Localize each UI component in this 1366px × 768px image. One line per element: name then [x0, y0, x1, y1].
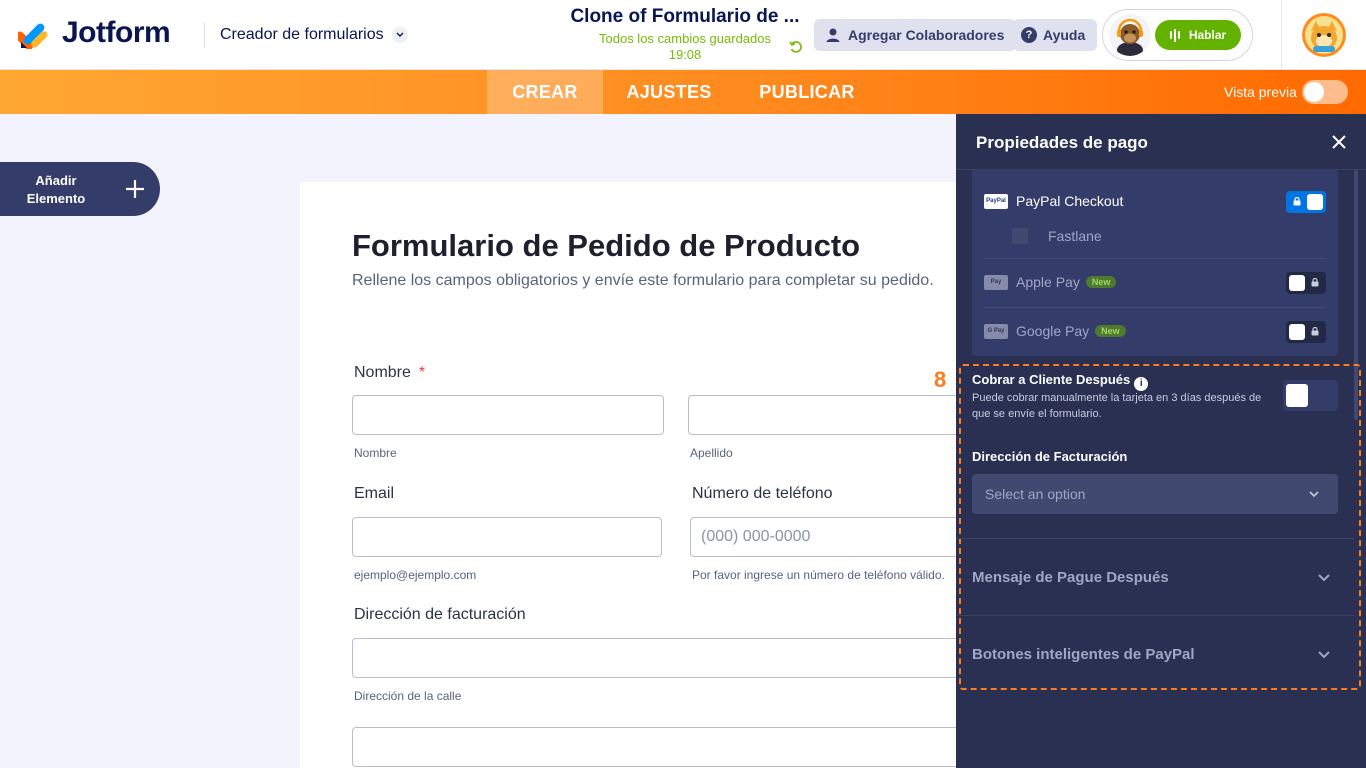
- top-header: Jotform Creador de formularios Clone of …: [0, 0, 1366, 70]
- required-mark: *: [418, 364, 426, 381]
- talk-button[interactable]: Hablar: [1155, 20, 1241, 50]
- builder-label: Creador de formularios: [220, 26, 384, 43]
- billing-address-select[interactable]: Select an option: [972, 474, 1338, 514]
- payment-name-google-pay: Google Pay New: [1016, 323, 1126, 339]
- lock-icon: [1311, 327, 1319, 336]
- google-pay-icon: G Pay: [984, 324, 1008, 339]
- step-number: 8: [934, 367, 947, 392]
- google-pay-label: Google Pay: [1016, 323, 1090, 339]
- phone-field-label[interactable]: Número de teléfono: [692, 485, 833, 503]
- tab-publish[interactable]: PUBLICAR: [750, 70, 864, 114]
- street-address-line2-input[interactable]: [352, 727, 1012, 767]
- preview-toggle[interactable]: [1302, 80, 1348, 104]
- chevron-down-icon[interactable]: [1317, 650, 1331, 660]
- builder-dropdown[interactable]: Creador de formularios: [220, 26, 408, 44]
- close-icon[interactable]: [1332, 135, 1346, 149]
- accordion-pay-later-message[interactable]: Mensaje de Pague Después: [972, 569, 1169, 586]
- toggle-knob: [1307, 194, 1323, 210]
- billing-field-label[interactable]: Dirección de facturación: [354, 606, 526, 624]
- paypal-toggle[interactable]: [1286, 191, 1326, 213]
- talk-label: Hablar: [1188, 28, 1227, 42]
- logo-text: Jotform: [62, 16, 171, 49]
- toggle-knob: [1289, 324, 1305, 340]
- preview-label: Vista previa: [1224, 84, 1297, 100]
- lock-icon: [1311, 278, 1319, 287]
- payment-row-google-pay: G Pay Google Pay New: [984, 308, 1326, 356]
- add-collaborators-label: Agregar Colaboradores: [848, 27, 1005, 43]
- charge-later-toggle[interactable]: [1283, 380, 1338, 411]
- fastlane-checkbox[interactable]: [1012, 228, 1028, 244]
- apple-pay-label: Apple Pay: [1016, 274, 1080, 290]
- plus-icon: [126, 180, 144, 198]
- lock-icon: [1293, 197, 1301, 206]
- name-field-label[interactable]: Nombre *: [354, 364, 425, 382]
- saved-status: Todos los cambios guardados: [599, 31, 771, 46]
- info-icon[interactable]: i: [1134, 376, 1149, 391]
- form-title-block: Clone of Formulario de ... Todos los cam…: [540, 6, 830, 63]
- payment-name-apple-pay: Apple Pay New: [1016, 274, 1117, 290]
- chevron-down-icon[interactable]: [1317, 573, 1331, 583]
- panel-title: Propiedades de pago: [976, 133, 1148, 152]
- billing-select-value: Select an option: [985, 486, 1086, 502]
- fastlane-label: Fastlane: [1048, 228, 1102, 244]
- chevron-down-icon: [391, 27, 408, 43]
- add-element-button[interactable]: Añadir Elemento: [0, 162, 160, 216]
- toggle-knob: [1289, 275, 1305, 291]
- help-icon: ?: [1021, 27, 1037, 43]
- accordion-paypal-smart-buttons[interactable]: Botones inteligentes de PayPal: [972, 646, 1195, 663]
- add-element-label: Añadir Elemento: [26, 173, 86, 206]
- tab-settings[interactable]: AJUSTES: [617, 70, 721, 114]
- payment-row-apple-pay: Pay Apple Pay New: [984, 259, 1326, 307]
- email-sublabel: ejemplo@ejemplo.com: [354, 568, 477, 582]
- ai-agent-widget: Hablar: [1102, 9, 1253, 61]
- charge-later-description: Puede cobrar manualmente la tarjeta en 3…: [972, 392, 1262, 420]
- section-divider: [956, 615, 1354, 616]
- saved-time: 19:08: [668, 47, 702, 62]
- header-divider: [204, 22, 205, 48]
- form-canvas: Formulario de Pedido de Producto Rellene…: [300, 182, 1012, 768]
- first-name-sublabel: Nombre: [354, 446, 397, 460]
- email-field-label[interactable]: Email: [354, 485, 394, 503]
- chevron-down-icon: [1309, 491, 1319, 498]
- user-icon: [826, 28, 840, 42]
- agent-avatar-icon: [1109, 14, 1151, 56]
- header-divider-right: [1281, 0, 1282, 70]
- apple-pay-toggle[interactable]: [1286, 272, 1326, 294]
- phone-sublabel: Por favor ingrese un número de teléfono …: [692, 568, 945, 582]
- charge-later-text: Cobrar a Cliente Después: [972, 372, 1131, 387]
- builder-nav: CREAR AJUSTES PUBLICAR Vista previa: [0, 70, 1366, 114]
- street-address-sublabel: Dirección de la calle: [354, 689, 462, 703]
- add-collaborators-button[interactable]: Agregar Colaboradores: [814, 19, 1017, 51]
- voice-bars-icon: [1169, 28, 1182, 42]
- history-icon[interactable]: [789, 40, 803, 54]
- payment-row-paypal: PayPal PayPal Checkout: [984, 178, 1326, 226]
- panel-header: Propiedades de pago: [956, 114, 1366, 170]
- email-input[interactable]: [352, 517, 662, 557]
- jotform-logo-icon: [18, 23, 48, 49]
- form-heading[interactable]: Formulario de Pedido de Producto: [352, 228, 860, 264]
- jotform-logo[interactable]: Jotform: [18, 16, 171, 50]
- last-name-sublabel: Apellido: [690, 446, 733, 460]
- charge-later-label: Cobrar a Cliente Después i: [972, 372, 1149, 391]
- name-label-text: Nombre: [354, 364, 411, 381]
- billing-address-label: Dirección de Facturación: [972, 449, 1128, 464]
- toggle-knob: [1286, 384, 1308, 407]
- form-subheading[interactable]: Rellene los campos obligatorios y envíe …: [352, 272, 934, 290]
- first-name-input[interactable]: [352, 395, 664, 435]
- form-name[interactable]: Clone of Formulario de ...: [540, 6, 830, 28]
- help-button[interactable]: ? Ayuda: [1013, 19, 1098, 51]
- preview-toggle-knob: [1304, 82, 1324, 102]
- paypal-icon: PayPal: [984, 194, 1008, 209]
- section-divider: [956, 538, 1354, 539]
- help-label: Ayuda: [1043, 27, 1086, 43]
- new-badge: New: [1085, 276, 1117, 288]
- payment-name-paypal: PayPal Checkout: [1016, 193, 1124, 209]
- new-badge: New: [1095, 325, 1126, 337]
- tab-build[interactable]: CREAR: [487, 70, 603, 114]
- payment-methods-box: PayPal PayPal Checkout Fastlane Pay Appl…: [972, 170, 1338, 356]
- google-pay-toggle[interactable]: [1286, 321, 1326, 343]
- street-address-input[interactable]: [352, 638, 1012, 678]
- apple-pay-icon: Pay: [984, 275, 1008, 290]
- user-avatar[interactable]: [1302, 13, 1346, 57]
